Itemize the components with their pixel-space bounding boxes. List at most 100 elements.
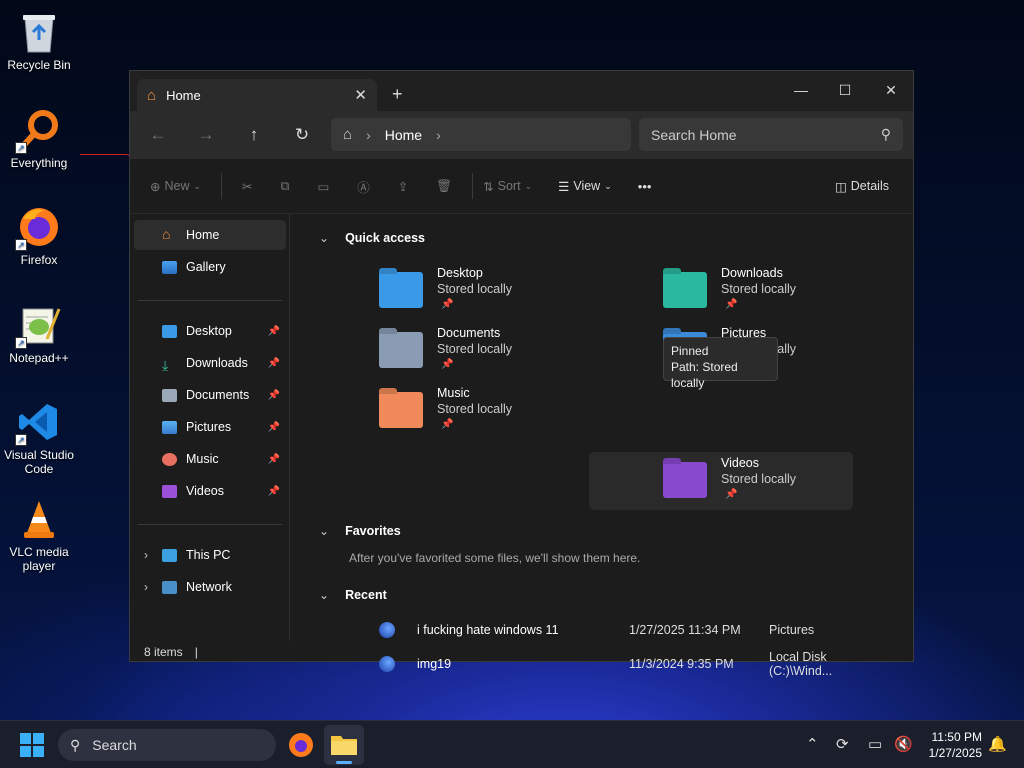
home-icon: ⌂ — [162, 226, 171, 242]
item-name: Documents — [437, 326, 501, 340]
address-bar[interactable]: ⌂ › Home › — [331, 118, 631, 151]
back-arrow-icon[interactable]: ← — [134, 125, 182, 145]
taskbar-firefox[interactable] — [288, 732, 314, 758]
sidebar-item-home[interactable]: ⌂ Home — [134, 220, 286, 250]
tab-close-button[interactable]: ✕ — [354, 86, 367, 104]
pinned-tooltip: Pinned Path: Stored locally — [663, 337, 778, 390]
sidebar-divider — [138, 524, 282, 525]
favorites-header[interactable]: ⌄ Favorites — [319, 524, 401, 538]
refresh-icon[interactable]: ↻ — [278, 125, 326, 145]
rename-icon: Ⓐ — [357, 180, 370, 195]
view-button[interactable]: ☰ View ⌄ — [558, 179, 612, 194]
quick-access-header[interactable]: ⌄ Quick access — [319, 231, 425, 245]
taskbar-search-label: Search — [92, 737, 137, 753]
chevron-right-icon[interactable]: › — [144, 548, 148, 562]
desktop-folder-icon — [379, 272, 423, 308]
tab-home[interactable]: ⌂ Home ✕ — [137, 79, 377, 111]
clipboard-icon: ▭ — [317, 179, 330, 194]
quick-access-item-desktop[interactable]: Desktop Stored locally 📌 — [369, 262, 633, 320]
home-icon: ⌂ — [343, 126, 353, 143]
toolbar-divider — [472, 173, 474, 199]
more-options-button[interactable]: ••• — [638, 179, 652, 194]
sidebar-item-gallery[interactable]: Gallery — [134, 252, 286, 282]
new-button[interactable]: ⊕ New ⌄ — [150, 179, 201, 194]
quick-access-item-videos[interactable]: Videos Stored locally 📌 — [589, 452, 853, 510]
desktop-icon-everything[interactable]: ↗ Everything — [0, 108, 78, 170]
search-input[interactable]: Search Home ⚲ — [639, 118, 903, 151]
minimize-button[interactable]: — — [778, 75, 824, 105]
clock[interactable]: 11:50 PM 1/27/2025 — [918, 729, 982, 761]
item-name: Music — [437, 386, 470, 400]
videos-folder-icon — [663, 462, 707, 498]
image-file-icon — [379, 622, 395, 638]
desktop-icon-vscode[interactable]: ↗ Visual Studio Code — [0, 400, 78, 476]
favorites-empty-message: After you've favorited some files, we'll… — [349, 551, 641, 565]
share-button[interactable]: ⇪ — [398, 179, 408, 194]
trash-icon: 🗑 — [436, 178, 453, 193]
sidebar-item-pictures[interactable]: Pictures 📌 — [134, 412, 286, 442]
sidebar-item-downloads[interactable]: ⤓ Downloads 📌 — [134, 348, 286, 378]
desktop-icon-notepad-plus-plus[interactable]: ↗ Notepad++ — [0, 303, 78, 365]
sidebar-item-desktop[interactable]: Desktop 📌 — [134, 316, 286, 346]
file-explorer-window: ⌂ Home ✕ + — ☐ ✕ ← → ↑ ↻ ⌂ › Home › Sear… — [129, 70, 917, 678]
breadcrumb-chevron-icon[interactable]: › — [436, 127, 441, 143]
delete-button[interactable]: 🗑 — [436, 179, 452, 194]
desktop-icon-firefox[interactable]: ↗ Firefox — [0, 205, 78, 267]
taskbar-search[interactable]: ⚲ Search — [58, 729, 276, 761]
sidebar-item-label: Network — [186, 580, 232, 594]
details-button[interactable]: ◫ Details — [835, 179, 889, 194]
speaker-muted-icon[interactable]: 🔇 — [894, 735, 913, 753]
recent-file-date: 1/27/2025 11:34 PM — [629, 623, 741, 637]
chevron-up-icon[interactable]: ⌃ — [806, 735, 819, 753]
start-button[interactable] — [20, 733, 44, 757]
sidebar-item-label: Videos — [186, 484, 224, 498]
cut-button[interactable]: ✂ — [242, 179, 252, 194]
sidebar-item-network[interactable]: › Network — [134, 572, 286, 602]
toolbar-divider — [221, 173, 223, 199]
pin-icon: 📌 — [725, 489, 738, 500]
pin-icon[interactable]: 📌 — [268, 454, 280, 465]
pin-icon[interactable]: 📌 — [268, 422, 280, 433]
quick-access-item-documents[interactable]: Documents Stored locally 📌 — [369, 322, 633, 380]
new-tab-button[interactable]: + — [392, 84, 403, 105]
pin-icon[interactable]: 📌 — [268, 486, 280, 497]
sort-button[interactable]: ⇅ Sort ⌄ — [483, 179, 532, 194]
close-window-button[interactable]: ✕ — [868, 75, 914, 105]
notification-bell-icon[interactable]: 🔔 — [988, 735, 1007, 753]
chevron-right-icon[interactable]: › — [144, 580, 148, 594]
item-subtitle: Stored locally — [721, 282, 797, 296]
pin-icon: 📌 — [441, 419, 454, 430]
title-bar[interactable]: ⌂ Home ✕ + — ☐ ✕ — [130, 71, 913, 111]
taskbar-file-explorer[interactable] — [324, 725, 364, 765]
network-monitor-icon[interactable]: ▭ — [868, 735, 882, 753]
pin-icon[interactable]: 📌 — [268, 326, 280, 337]
details-pane-icon: ◫ — [834, 179, 847, 194]
recent-row[interactable]: i fucking hate windows 11 1/27/2025 11:3… — [371, 616, 891, 644]
maximize-button[interactable]: ☐ — [822, 75, 868, 105]
sidebar-item-documents[interactable]: Documents 📌 — [134, 380, 286, 410]
sidebar-item-this-pc[interactable]: › This PC — [134, 540, 286, 570]
network-icon — [162, 580, 177, 594]
forward-arrow-icon[interactable]: → — [182, 125, 230, 145]
tab-title: Home — [166, 87, 201, 103]
copy-button[interactable]: ⧉ — [281, 179, 290, 194]
firefox-icon — [289, 733, 313, 757]
pin-icon[interactable]: 📌 — [268, 358, 280, 369]
sidebar-item-videos[interactable]: Videos 📌 — [134, 476, 286, 506]
desktop-icon-recycle-bin[interactable]: Recycle Bin — [0, 10, 78, 72]
folder-icon — [331, 736, 357, 755]
quick-access-item-downloads[interactable]: Downloads Stored locally 📌 — [653, 262, 917, 320]
breadcrumb-home[interactable]: Home — [385, 127, 422, 143]
paste-button[interactable]: ▭ — [317, 179, 329, 194]
sidebar-item-music[interactable]: Music 📌 — [134, 444, 286, 474]
recent-header[interactable]: ⌄ Recent — [319, 588, 387, 602]
music-folder-icon — [379, 392, 423, 428]
sync-icon[interactable]: ⟳ — [836, 735, 849, 753]
rename-button[interactable]: Ⓐ — [357, 177, 370, 196]
clock-date: 1/27/2025 — [928, 746, 982, 760]
up-arrow-icon[interactable]: ↑ — [230, 125, 278, 145]
pin-icon[interactable]: 📌 — [268, 390, 280, 401]
command-bar: ⊕ New ⌄ ✂ ⧉ ▭ Ⓐ ⇪ 🗑 ⇅ Sort ⌄ ☰ View ⌄ ••• ◫ Det… — [130, 159, 913, 214]
quick-access-item-music[interactable]: Music Stored locally 📌 — [369, 382, 633, 440]
desktop-icon-vlc[interactable]: VLC media player — [0, 497, 78, 573]
